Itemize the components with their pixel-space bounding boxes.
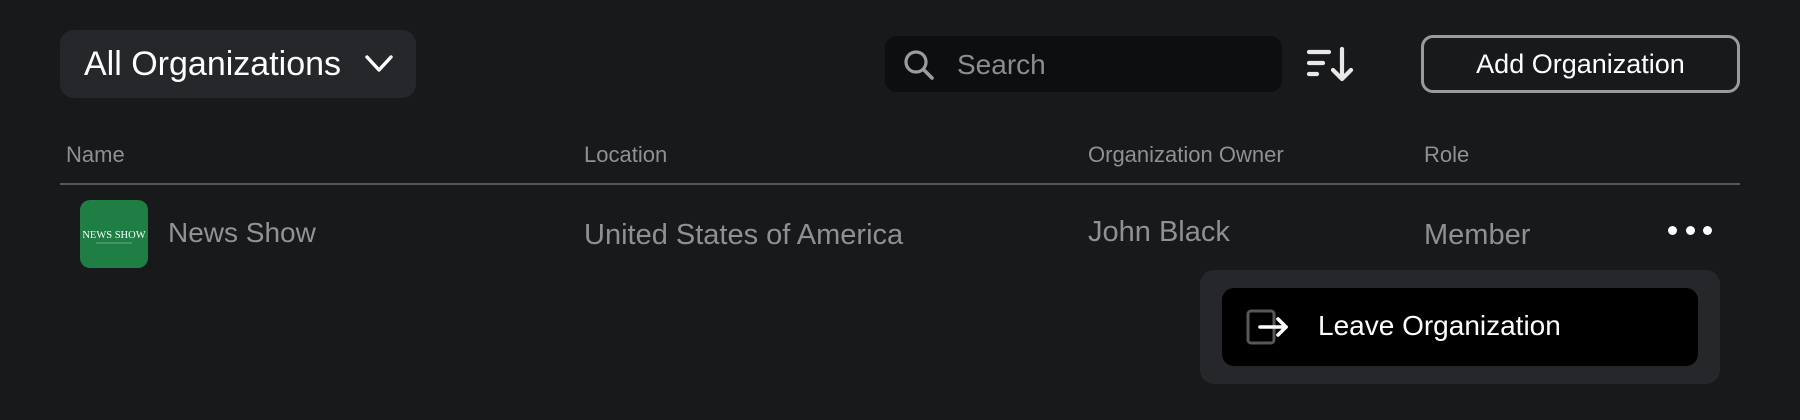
- column-header-name[interactable]: Name: [66, 142, 125, 168]
- leave-icon: [1246, 309, 1288, 345]
- dot: [1685, 225, 1695, 235]
- leave-organization-menu-item[interactable]: Leave Organization: [1222, 288, 1698, 366]
- sort-descending-icon: [1306, 46, 1354, 82]
- column-header-role[interactable]: Role: [1424, 142, 1469, 168]
- organization-role: Member: [1424, 219, 1531, 251]
- search-icon: [904, 50, 934, 80]
- organization-location: United States of America: [584, 219, 904, 251]
- search-box[interactable]: [885, 36, 1282, 94]
- organization-logo: NEWS SHOW: [80, 200, 148, 268]
- organization-owner: John Black: [1088, 216, 1230, 248]
- row-actions-menu: Leave Organization: [1200, 270, 1720, 384]
- dot: [1668, 225, 1677, 235]
- column-header-owner[interactable]: Organization Owner: [1088, 142, 1284, 168]
- column-header-location[interactable]: Location: [584, 142, 667, 168]
- svg-text:NEWS SHOW: NEWS SHOW: [82, 230, 145, 241]
- organization-filter-label: All Organizations: [84, 44, 342, 83]
- organization-name[interactable]: News Show: [168, 217, 316, 249]
- dot: [1703, 225, 1712, 235]
- search-input[interactable]: [955, 36, 1259, 94]
- add-organization-button[interactable]: Add Organization: [1421, 35, 1740, 93]
- more-horizontal-icon[interactable]: [1668, 218, 1712, 242]
- header-divider: [60, 183, 1740, 185]
- leave-organization-label: Leave Organization: [1318, 310, 1561, 341]
- organization-filter-dropdown[interactable]: All Organizations: [60, 30, 416, 98]
- chevron-down-icon: [365, 55, 393, 72]
- sort-button[interactable]: [1305, 44, 1355, 84]
